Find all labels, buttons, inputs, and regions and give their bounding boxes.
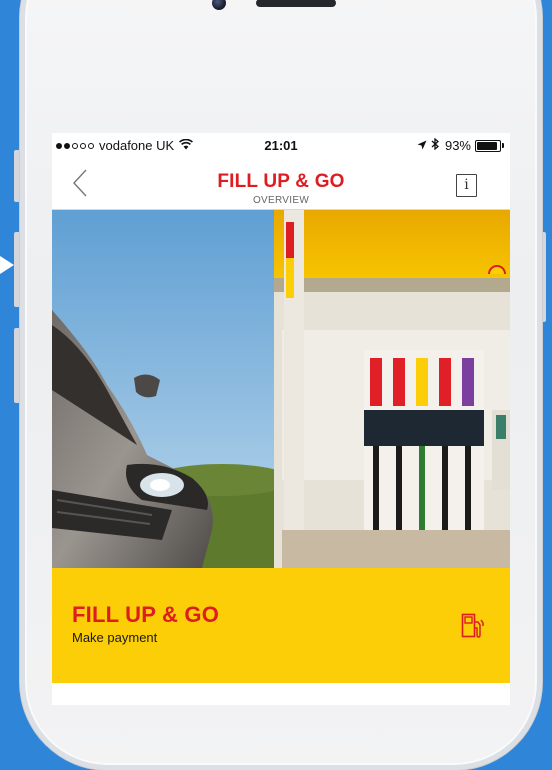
hero-image (52, 210, 510, 568)
status-bar: vodafone UK 21:01 93% (52, 133, 510, 157)
bluetooth-icon (431, 137, 439, 153)
pump-nozzle (465, 446, 471, 542)
pump-nozzle (396, 446, 402, 542)
earpiece-speaker (256, 0, 336, 7)
card-title: FILL UP & GO (72, 602, 220, 627)
pump-nozzle (442, 446, 448, 542)
fuel-pump-icon (461, 613, 485, 639)
navigation-bar: FILL UP & GO OVERVIEW i (52, 159, 510, 210)
pump-grade-label (439, 358, 451, 406)
content-below (52, 683, 510, 705)
page-title: FILL UP & GO (217, 171, 345, 192)
pump-nozzle (373, 446, 379, 542)
card-subtitle: Make payment (72, 630, 158, 645)
pointer-arrow-left (0, 256, 14, 274)
info-icon: i (464, 177, 469, 193)
battery-fill (477, 141, 498, 150)
front-camera (212, 0, 226, 10)
page-subtitle: OVERVIEW (252, 195, 310, 206)
battery-tip (502, 143, 504, 148)
fuel-station-photo (52, 210, 510, 568)
phone-screen: vodafone UK 21:01 93% FILL UP & GO OVERV… (52, 133, 510, 705)
pump-grade-label (370, 358, 382, 406)
pump-grade-label (416, 358, 428, 406)
battery-icon (475, 139, 501, 152)
battery-percentage: 93% (444, 138, 471, 153)
location-arrow-icon (417, 138, 427, 153)
info-button[interactable]: i (456, 174, 477, 197)
status-right: 93% (417, 137, 504, 153)
pump-grade-label (462, 358, 474, 406)
make-payment-card[interactable]: FILL UP & GO Make payment (52, 568, 510, 683)
pump-grade-label (393, 358, 405, 406)
canopy-fascia (274, 210, 510, 278)
pump-nozzle (419, 446, 425, 542)
